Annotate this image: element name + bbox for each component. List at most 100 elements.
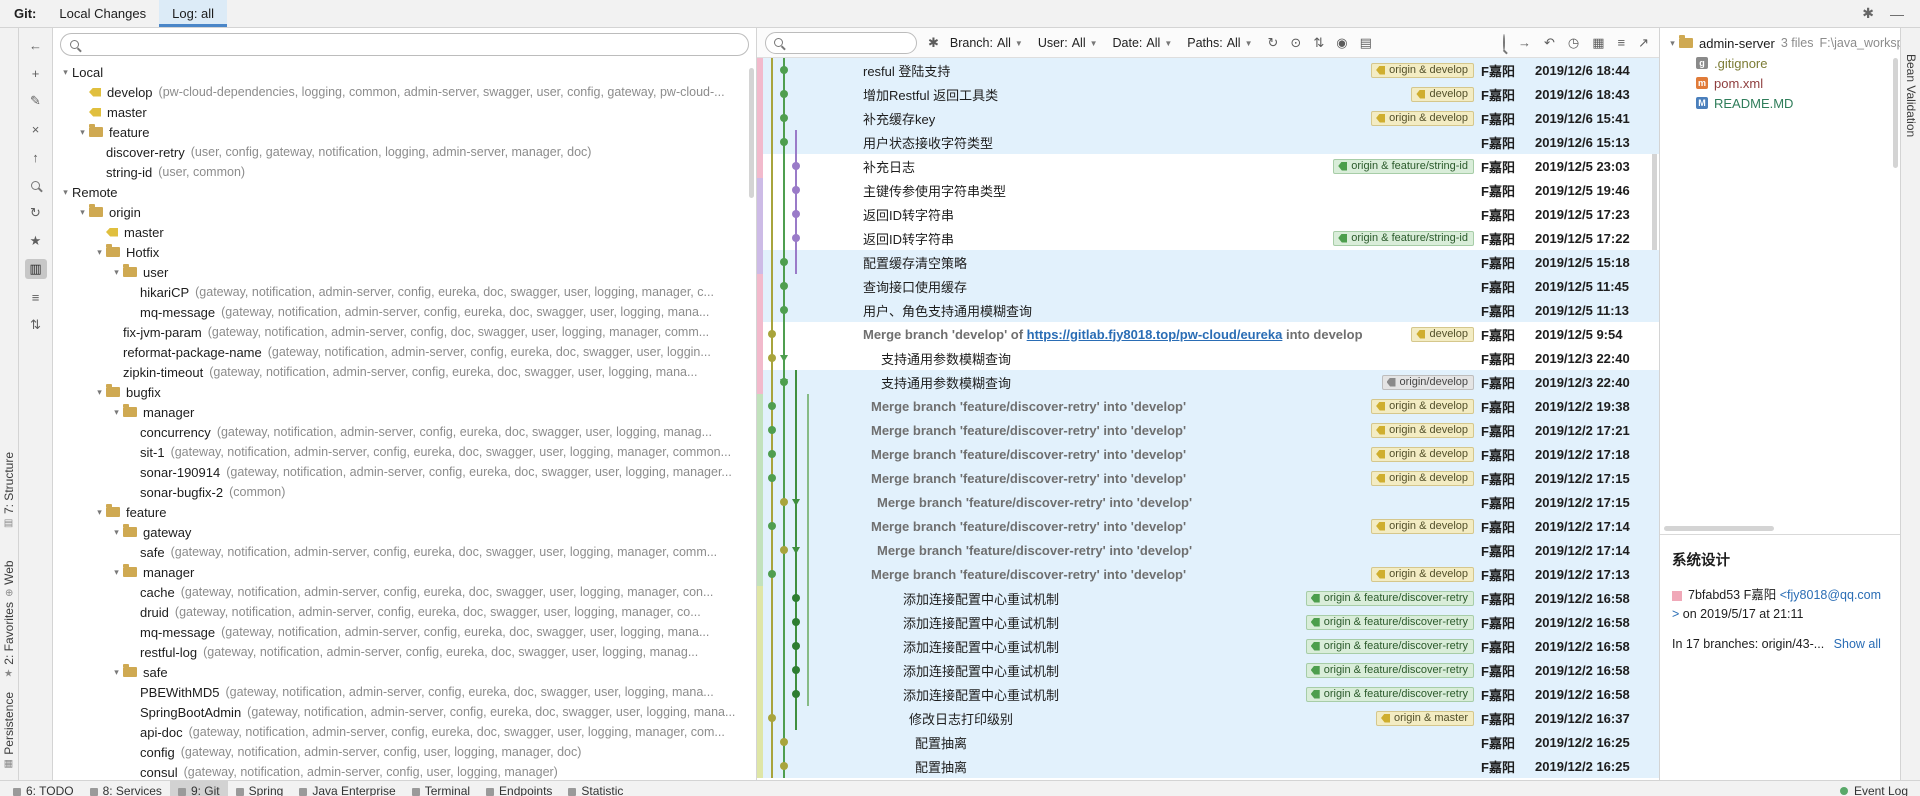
commit-row[interactable]: 添加连接配置中心重试机制origin & feature/discover-re… [757, 586, 1659, 610]
commit-row[interactable]: 修改日志打印级别origin & masterF嘉阳2019/12/2 16:3… [757, 706, 1659, 730]
branch-item-concurrency[interactable]: concurrency(gateway, notification, admin… [53, 422, 756, 442]
branch-item-master[interactable]: master [53, 222, 756, 242]
branch-label[interactable]: origin & develop [1371, 111, 1474, 126]
branch-label[interactable]: origin & develop [1371, 423, 1474, 438]
chevron-down-icon[interactable]: ▾ [93, 387, 106, 398]
branch-item-pbewithmd5[interactable]: PBEWithMD5(gateway, notification, admin-… [53, 682, 756, 702]
tab-local-changes[interactable]: Local Changes [46, 0, 159, 27]
search-icon[interactable] [25, 175, 47, 195]
filter-date[interactable]: Date:All▼ [1113, 36, 1173, 50]
stripe-item-2-favorites[interactable]: ★2: Favorites [2, 602, 16, 680]
commit-row[interactable]: Merge branch 'feature/discover-retry' in… [757, 514, 1659, 538]
branch-item-safe[interactable]: safe(gateway, notification, admin-server… [53, 542, 756, 562]
branch-item-sonar-190914[interactable]: sonar-190914(gateway, notification, admi… [53, 462, 756, 482]
chevron-down-icon[interactable]: ▾ [110, 267, 123, 278]
branch-label[interactable]: origin & develop [1371, 399, 1474, 414]
sort-log-icon[interactable]: ⇅ [1313, 35, 1324, 51]
branch-label[interactable]: origin & feature/string-id [1333, 159, 1474, 174]
chevron-down-icon[interactable]: ▾ [76, 207, 89, 218]
commit-row[interactable]: 添加连接配置中心重试机制origin & feature/discover-re… [757, 610, 1659, 634]
commit-row[interactable]: 配置缓存清空策略F嘉阳2019/12/5 15:18 [757, 250, 1659, 274]
chevron-down-icon[interactable]: ▾ [76, 127, 89, 138]
changed-file-readme-md[interactable]: MREADME.MD [1660, 93, 1900, 113]
branch-item-develop[interactable]: develop(pw-cloud-dependencies, logging, … [53, 82, 756, 102]
find-icon[interactable] [1503, 35, 1505, 50]
branches-scrollbar[interactable] [749, 68, 754, 198]
branch-item-mq-message[interactable]: mq-message(gateway, notification, admin-… [53, 302, 756, 322]
commit-row[interactable]: 主键传参使用字符串类型F嘉阳2019/12/5 19:46 [757, 178, 1659, 202]
branch-label[interactable]: origin/develop [1382, 375, 1475, 390]
commit-row[interactable]: Merge branch 'feature/discover-retry' in… [757, 442, 1659, 466]
branch-item-zipkin-timeout[interactable]: zipkin-timeout(gateway, notification, ad… [53, 362, 756, 382]
branch-label[interactable]: origin & feature/string-id [1333, 231, 1474, 246]
branch-item-master[interactable]: master [53, 102, 756, 122]
files-hscrollbar[interactable] [1664, 526, 1774, 531]
sort-branches-icon[interactable]: ⇅ [25, 315, 47, 335]
statusbar-item-statistic[interactable]: Statistic [560, 781, 631, 796]
chevron-down-icon[interactable]: ▾ [1666, 38, 1679, 49]
log-view-icon[interactable]: ▥ [25, 259, 47, 279]
chevron-down-icon[interactable]: ▾ [93, 247, 106, 258]
branch-item-remote[interactable]: ▾Remote [53, 182, 756, 202]
branch-item-sonar-bugfix-2[interactable]: sonar-bugfix-2(common) [53, 482, 756, 502]
branch-item-string-id[interactable]: string-id(user, common) [53, 162, 756, 182]
branch-label[interactable]: origin & develop [1371, 567, 1474, 582]
branch-item-safe[interactable]: ▾safe [53, 662, 756, 682]
commit-row[interactable]: 添加连接配置中心重试机制origin & feature/discover-re… [757, 658, 1659, 682]
commit-row[interactable]: 配置抽离F嘉阳2019/12/2 16:25 [757, 754, 1659, 778]
add-icon[interactable]: + [25, 63, 47, 83]
tab-log-all[interactable]: Log: all [159, 0, 227, 27]
commit-row[interactable]: 查询接口使用缓存F嘉阳2019/12/5 11:45 [757, 274, 1659, 298]
branch-label[interactable]: origin & feature/discover-retry [1306, 639, 1474, 654]
log-search-settings-icon[interactable]: ✱ [928, 35, 939, 51]
undo-icon[interactable]: ↶ [1544, 35, 1555, 51]
chevron-down-icon[interactable]: ▾ [93, 507, 106, 518]
branch-search-input[interactable] [60, 33, 749, 56]
branch-label[interactable]: origin & master [1376, 711, 1474, 726]
stripe-item-bean-validation[interactable]: Bean Validation [1904, 54, 1918, 137]
commit-row[interactable]: 添加连接配置中心重试机制origin & feature/discover-re… [757, 634, 1659, 658]
favorite-icon[interactable]: ★ [25, 231, 47, 251]
changed-file-gitignore[interactable]: g.gitignore [1660, 53, 1900, 73]
branch-item-feature[interactable]: ▾feature [53, 502, 756, 522]
chevron-down-icon[interactable]: ▾ [110, 527, 123, 538]
history-icon[interactable]: ◷ [1568, 35, 1579, 51]
settings-icon[interactable]: ✱ [1862, 5, 1874, 22]
patch-icon[interactable]: ▤ [1360, 35, 1372, 51]
branch-item-user[interactable]: ▾user [53, 262, 756, 282]
branch-item-springbootadmin[interactable]: SpringBootAdmin(gateway, notification, a… [53, 702, 756, 722]
refresh-log-icon[interactable]: ↻ [1268, 35, 1279, 51]
branch-item-mq-message[interactable]: mq-message(gateway, notification, admin-… [53, 622, 756, 642]
branch-item-consul[interactable]: consul(gateway, notification, admin-serv… [53, 762, 756, 780]
branch-item-hotfix[interactable]: ▾Hotfix [53, 242, 756, 262]
changed-file-pom-xml[interactable]: mpom.xml [1660, 73, 1900, 93]
chevron-down-icon[interactable]: ▾ [59, 67, 72, 78]
branch-item-api-doc[interactable]: api-doc(gateway, notification, admin-ser… [53, 722, 756, 742]
chevron-down-icon[interactable]: ▾ [110, 667, 123, 678]
back-icon[interactable]: ← [25, 35, 47, 55]
branch-item-manager[interactable]: ▾manager [53, 402, 756, 422]
commit-row[interactable]: 支持通用参数模糊查询F嘉阳2019/12/3 22:40 [757, 346, 1659, 370]
statusbar-item-6-todo[interactable]: 6: TODO [5, 781, 82, 796]
chevron-down-icon[interactable]: ▾ [110, 407, 123, 418]
show-all-branches-link[interactable]: Show all [1834, 637, 1881, 651]
branch-item-manager[interactable]: ▾manager [53, 562, 756, 582]
branch-label[interactable]: origin & develop [1371, 471, 1474, 486]
branch-label[interactable]: origin & develop [1371, 447, 1474, 462]
branch-item-reformat-package-name[interactable]: reformat-package-name(gateway, notificat… [53, 342, 756, 362]
delete-icon[interactable]: × [25, 119, 47, 139]
stripe-item-7-structure[interactable]: ▤7: Structure [2, 452, 16, 529]
event-log-button[interactable]: Event Log [1840, 781, 1920, 796]
chevron-down-icon[interactable]: ▾ [59, 187, 72, 198]
edit-icon[interactable]: ✎ [25, 91, 47, 111]
branch-item-config[interactable]: config(gateway, notification, admin-serv… [53, 742, 756, 762]
branch-label[interactable]: origin & develop [1371, 63, 1474, 78]
branch-label[interactable]: origin & feature/discover-retry [1306, 663, 1474, 678]
filter-branch[interactable]: Branch:All▼ [950, 36, 1023, 50]
branch-item-cache[interactable]: cache(gateway, notification, admin-serve… [53, 582, 756, 602]
commit-row[interactable]: 配置抽离F嘉阳2019/12/2 16:25 [757, 730, 1659, 754]
commit-row[interactable]: Merge branch 'feature/discover-retry' in… [757, 418, 1659, 442]
commit-row[interactable]: 返回ID转字符串origin & feature/string-idF嘉阳201… [757, 226, 1659, 250]
statusbar-item-8-services[interactable]: 8: Services [82, 781, 170, 796]
statusbar-item-endpoints[interactable]: Endpoints [478, 781, 560, 796]
